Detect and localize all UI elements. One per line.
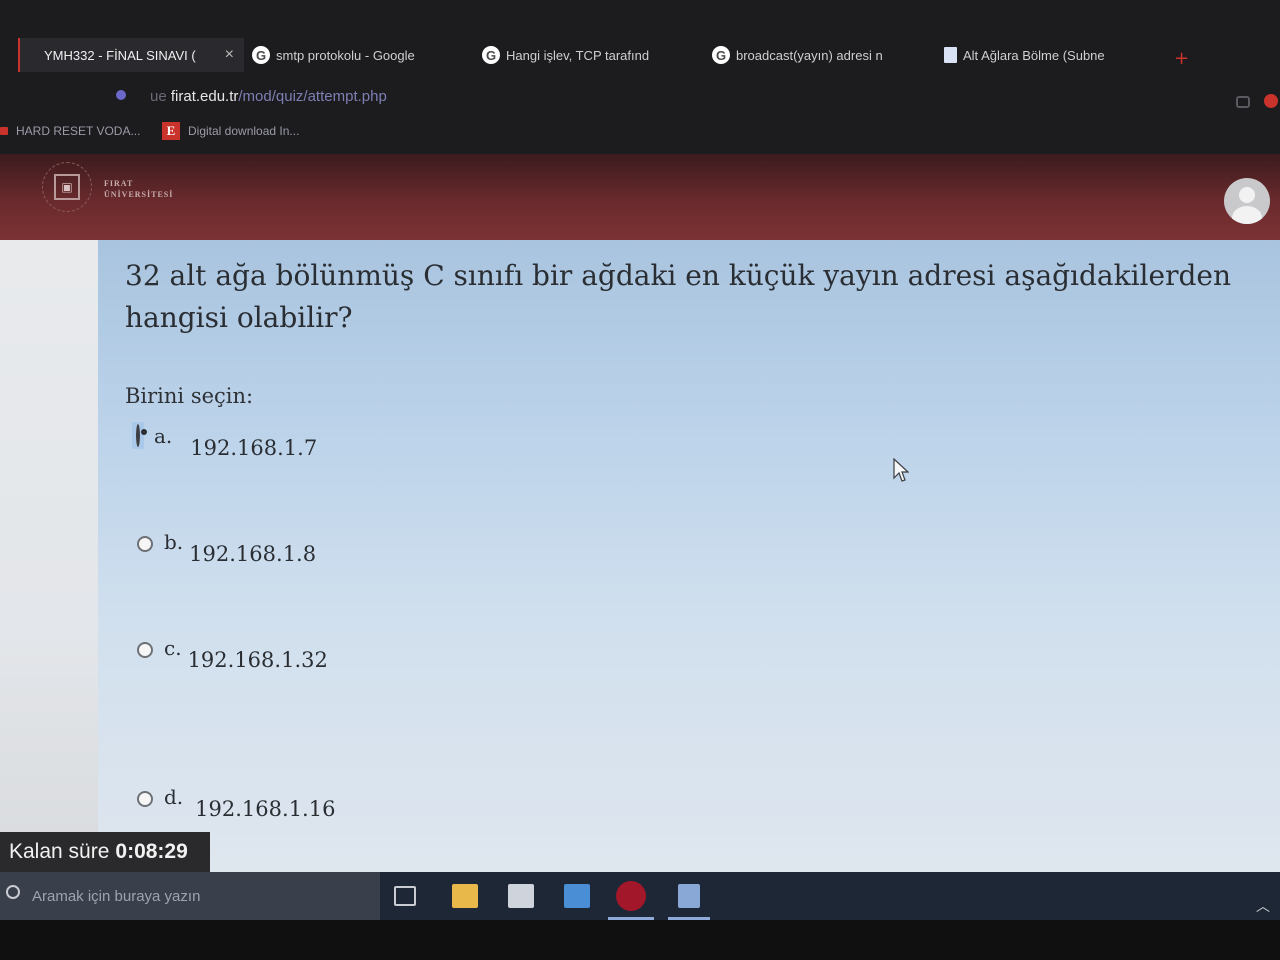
tab-broadcast-google[interactable]: G broadcast(yayın) adresi n: [712, 38, 902, 72]
windows-taskbar: Aramak için buraya yazın: [0, 872, 1280, 920]
site-info-icon[interactable]: [116, 90, 126, 100]
option-value: 192.168.1.7: [190, 436, 318, 460]
file-explorer-icon[interactable]: [452, 884, 478, 908]
option-letter: a.: [154, 424, 173, 448]
adblock-icon[interactable]: [1264, 94, 1278, 108]
answer-option-a[interactable]: a. 192.168.1.7: [132, 422, 318, 460]
bookmark-icon: [0, 127, 8, 135]
radio-button[interactable]: [137, 536, 153, 552]
answer-option-d[interactable]: d. 192.168.1.16: [132, 785, 335, 821]
document-icon: [944, 47, 957, 63]
tab-tcp-google[interactable]: G Hangi işlev, TCP tarafınd: [482, 38, 672, 72]
calculator-icon[interactable]: [678, 884, 700, 908]
wallet-icon[interactable]: [1236, 96, 1250, 108]
bookmark-label: HARD RESET VODA...: [16, 124, 141, 138]
logo-line-2: ÜNİVERSİTESİ: [104, 190, 174, 199]
avatar-head: [1239, 187, 1255, 203]
google-icon: G: [252, 46, 270, 64]
opera-icon[interactable]: [616, 881, 646, 911]
user-avatar[interactable]: [1224, 178, 1270, 224]
google-icon: G: [712, 46, 730, 64]
question-text: 32 alt ağa bölünmüş C sınıfı bir ağdaki …: [125, 259, 1231, 334]
task-view-icon[interactable]: [394, 886, 416, 906]
radio-button[interactable]: [137, 642, 153, 658]
url-path: /mod/quiz/attempt.php: [238, 88, 387, 105]
timer-label: Kalan süre: [9, 840, 110, 863]
new-tab-button[interactable]: +: [1174, 48, 1189, 69]
tab-label: Hangi işlev, TCP tarafınd: [506, 47, 650, 63]
tab-smtp-google[interactable]: G smtp protokolu - Google: [252, 38, 442, 72]
store-icon[interactable]: [508, 884, 534, 908]
mail-icon[interactable]: [564, 884, 590, 908]
answer-option-c[interactable]: c. 192.168.1.32: [132, 636, 328, 672]
option-letter: c.: [164, 636, 182, 660]
url-host: firat.edu.tr: [170, 88, 239, 105]
bookmarks-bar: HARD RESET VODA... E Digital download In…: [0, 116, 1280, 154]
close-tab-icon[interactable]: ×: [225, 46, 234, 64]
bookmark-label: Digital download In...: [188, 124, 300, 138]
radio-wrap: [132, 422, 144, 449]
bookmark-hard-reset[interactable]: HARD RESET VODA...: [0, 124, 140, 138]
google-icon: G: [482, 46, 500, 64]
option-value: 192.168.1.32: [187, 648, 328, 672]
mouse-cursor-icon: [893, 458, 909, 482]
radio-button[interactable]: [137, 791, 153, 807]
left-drawer-strip: [0, 240, 98, 880]
tab-label: broadcast(yayın) adresi n: [736, 47, 883, 63]
search-placeholder: Aramak için buraya yazın: [32, 887, 201, 905]
tab-final-exam[interactable]: YMH332 - FİNAL SINAVI ( ×: [18, 38, 244, 72]
tab-subnet-doc[interactable]: Alt Ağlara Bölme (Subne: [944, 38, 1134, 72]
university-name: FIRAT ÜNİVERSİTESİ: [104, 178, 173, 200]
option-value: 192.168.1.8: [189, 542, 317, 566]
url-field[interactable]: ue firat.edu.tr/mod/quiz/attempt.php: [150, 88, 387, 105]
radio-button-selected[interactable]: [136, 424, 140, 447]
url-scheme: ue: [150, 88, 171, 105]
remaining-time-badge: Kalan süre 0:08:29: [0, 832, 210, 872]
taskbar-search[interactable]: Aramak için buraya yazın: [0, 872, 380, 920]
bookmark-digital-download[interactable]: E Digital download In...: [162, 122, 299, 140]
option-letter: d.: [164, 785, 184, 809]
browser-tab-bar: YMH332 - FİNAL SINAVI ( × G smtp protoko…: [0, 0, 1280, 80]
logo-line-1: FIRAT: [104, 179, 134, 188]
site-header: ▣ FIRAT ÜNİVERSİTESİ: [0, 154, 1280, 240]
timer-value: 0:08:29: [115, 840, 188, 863]
chevron-up-icon[interactable]: ︿: [1256, 896, 1270, 916]
option-value: 192.168.1.16: [195, 797, 336, 821]
avatar-body: [1232, 206, 1262, 224]
screen-bezel: [0, 920, 1280, 960]
answer-option-b[interactable]: b. 192.168.1.8: [132, 530, 316, 566]
option-letter: b.: [164, 530, 184, 554]
address-bar[interactable]: ue firat.edu.tr/mod/quiz/attempt.php: [0, 80, 1280, 116]
university-logo-icon[interactable]: ▣: [54, 174, 80, 200]
tab-label: smtp protokolu - Google: [276, 47, 415, 63]
choose-one-label: Birini seçin:: [125, 384, 254, 408]
search-icon: [6, 885, 20, 899]
tab-label: YMH332 - FİNAL SINAVI (: [44, 47, 196, 63]
bookmark-e-icon: E: [162, 122, 180, 140]
tab-label: Alt Ağlara Bölme (Subne: [963, 47, 1105, 63]
